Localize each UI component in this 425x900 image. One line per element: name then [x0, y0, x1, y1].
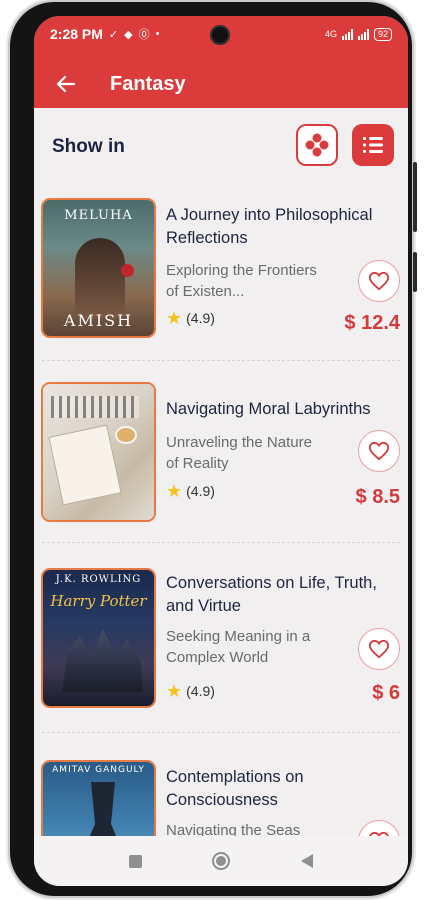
book-subtitle: Unraveling the Nature of Reality [166, 434, 312, 472]
grid-view-button[interactable] [296, 124, 338, 166]
favorite-button[interactable] [358, 628, 400, 670]
home-button[interactable] [212, 852, 231, 870]
list-view-icon [363, 137, 383, 153]
app-notification-icon: ⓪ [138, 29, 150, 41]
app-bar: Fantasy [34, 60, 408, 108]
heart-icon [368, 441, 390, 461]
recent-apps-button[interactable] [129, 854, 143, 868]
signal-icon [341, 28, 353, 40]
front-camera-icon [210, 25, 230, 45]
arrow-left-icon[interactable] [46, 64, 86, 104]
book-price: $ 6 [372, 682, 400, 704]
volume-button [413, 162, 417, 232]
list-view-button[interactable] [352, 124, 394, 166]
book-list-item[interactable]: J.K. ROWLING Harry Potter Conversations … [34, 568, 408, 728]
book-title: A Journey into Philosophical Reflections [166, 206, 373, 247]
back-button[interactable] [300, 854, 313, 868]
divider [42, 732, 400, 733]
rating-value: (4.9) [186, 683, 215, 699]
cover-title-text: MELUHA [64, 208, 133, 223]
status-time: 2:28 PM [50, 26, 103, 42]
screen: 2:28 PM ✓ ◆ ⓪ • 4G 92 Fantasy Show in ME… [34, 16, 408, 886]
book-cover-image: J.K. ROWLING Harry Potter [41, 568, 156, 708]
divider [42, 542, 400, 543]
phone-frame: 2:28 PM ✓ ◆ ⓪ • 4G 92 Fantasy Show in ME… [10, 2, 417, 896]
book-list-item[interactable]: Navigating Moral Labyrinths Unraveling t… [34, 382, 408, 542]
book-cover-image [41, 382, 156, 522]
divider [42, 360, 400, 361]
cover-author-text: AMISH [63, 311, 134, 330]
top-bar: 2:28 PM ✓ ◆ ⓪ • 4G 92 Fantasy [34, 16, 408, 108]
android-nav-bar [34, 836, 408, 886]
download-check-icon: ✓ [108, 28, 119, 41]
rating-value: (4.9) [186, 310, 215, 326]
star-icon: ★ [166, 481, 183, 501]
status-bar: 2:28 PM ✓ ◆ ⓪ • 4G 92 [34, 16, 408, 52]
favorite-button[interactable] [358, 260, 400, 302]
show-in-label: Show in [52, 136, 125, 157]
power-button [413, 252, 417, 292]
star-icon: ★ [166, 308, 183, 328]
book-cover-image: MELUHA AMISH [41, 198, 156, 338]
cover-author-text: J.K. ROWLING [55, 574, 142, 585]
favorite-button[interactable] [358, 430, 400, 472]
page-title: Fantasy [110, 72, 186, 95]
signal-icon-2 [357, 28, 369, 40]
book-list-item[interactable]: MELUHA AMISH A Journey into Philosophica… [34, 198, 408, 358]
network-label: 4G [324, 29, 337, 39]
cover-title-text: Harry Potter [50, 592, 147, 610]
star-icon: ★ [166, 681, 183, 701]
heart-icon [368, 271, 390, 291]
book-subtitle: Exploring the Frontiers of Existen... [166, 262, 317, 300]
dropbox-icon: ◆ [124, 28, 133, 41]
status-notification-icons: ✓ ◆ ⓪ • [109, 26, 160, 42]
book-rating: ★ (4.9) [166, 482, 215, 500]
cover-author-text: AMITAV GANGULY [52, 765, 145, 775]
heart-icon [368, 639, 390, 659]
book-title: Contemplations on Consciousness [166, 768, 304, 809]
book-subtitle: Seeking Meaning in a Complex World [166, 628, 311, 666]
book-rating: ★ (4.9) [166, 682, 215, 700]
status-right: 4G 92 [324, 27, 392, 41]
book-price: $ 12.4 [344, 312, 400, 334]
book-price: $ 8.5 [355, 486, 400, 508]
book-rating: ★ (4.9) [166, 309, 215, 327]
rating-value: (4.9) [186, 483, 215, 499]
dot-icon: • [155, 28, 160, 40]
book-title: Conversations on Life, Truth, and Virtue [166, 574, 377, 615]
book-title: Navigating Moral Labyrinths [166, 400, 371, 418]
grid-view-icon [305, 133, 329, 157]
battery-icon: 92 [373, 27, 392, 41]
